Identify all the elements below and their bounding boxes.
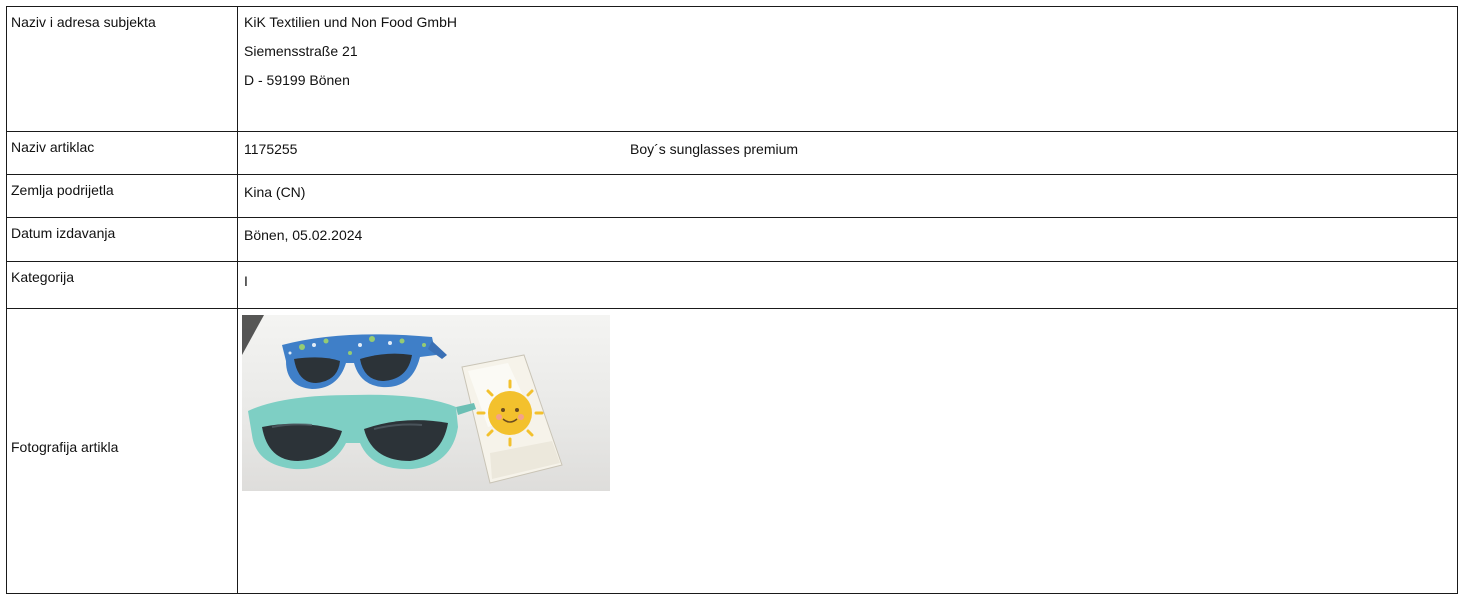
photo-label: Fotografija artikla (6, 308, 238, 594)
date-label: Datum izdavanja (6, 217, 238, 262)
subject-label: Naziv i adresa subjekta (6, 6, 238, 132)
origin-label: Zemlja podrijetla (6, 174, 238, 218)
subject-street: Siemensstraße 21 (244, 43, 358, 59)
turquoise-sunglasses-graphic (248, 394, 476, 470)
article-label: Naziv artiklac (6, 131, 238, 175)
subject-name: KiK Textilien und Non Food GmbH (244, 14, 457, 30)
sun-card-graphic (461, 354, 563, 484)
row-category: Kategorija I (6, 261, 1458, 309)
origin-value: Kina (CN) (244, 184, 306, 200)
row-subject: Naziv i adresa subjekta KiK Textilien un… (6, 6, 1458, 132)
photo-cell (237, 308, 1458, 594)
sunglasses-photo-illustration (242, 315, 563, 484)
row-origin: Zemlja podrijetla Kina (CN) (6, 174, 1458, 218)
date-value: Bönen, 05.02.2024 (244, 227, 363, 243)
category-value-cell: I (237, 261, 1458, 309)
subject-value: KiK Textilien und Non Food GmbH Siemenss… (237, 6, 1458, 132)
blue-sunglasses-graphic (282, 334, 447, 389)
row-article: Naziv artiklac 1175255 Boy´s sunglasses … (6, 131, 1458, 175)
category-label: Kategorija (6, 261, 238, 309)
article-name: Boy´s sunglasses premium (630, 141, 799, 157)
date-value-cell: Bönen, 05.02.2024 (237, 217, 1458, 262)
product-info-document: Naziv i adresa subjekta KiK Textilien un… (6, 6, 1458, 594)
article-number: 1175255 (244, 141, 298, 157)
product-photo (242, 315, 610, 491)
row-photo: Fotografija artikla (6, 308, 1458, 594)
article-value: 1175255 Boy´s sunglasses premium (237, 131, 1458, 175)
origin-value-cell: Kina (CN) (237, 174, 1458, 218)
subject-city: D - 59199 Bönen (244, 72, 350, 88)
product-info-table: Naziv i adresa subjekta KiK Textilien un… (6, 6, 1458, 594)
category-value: I (244, 273, 248, 289)
row-date: Datum izdavanja Bönen, 05.02.2024 (6, 217, 1458, 262)
